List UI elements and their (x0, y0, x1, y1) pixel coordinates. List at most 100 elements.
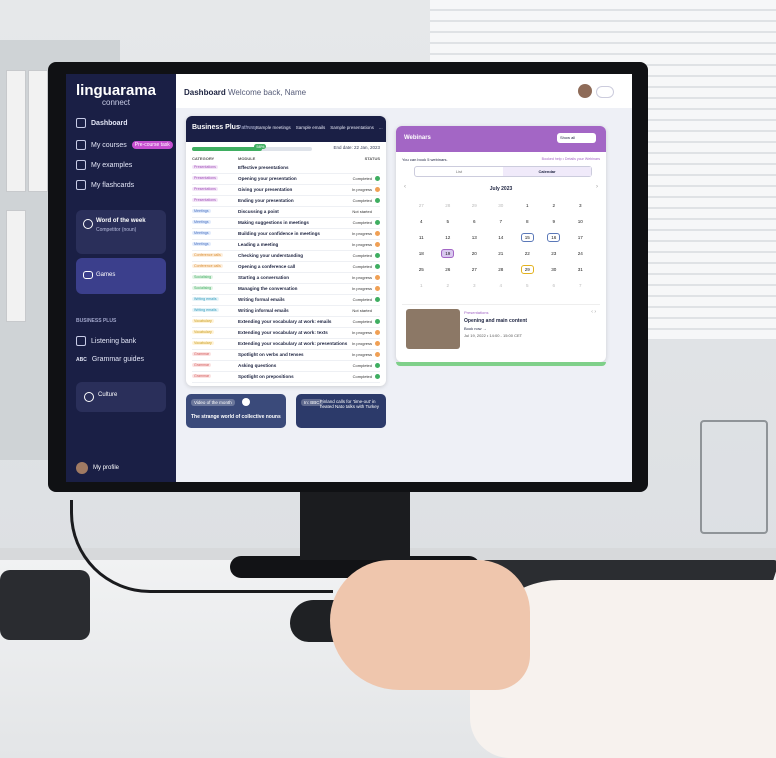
calendar-day[interactable]: 30 (488, 198, 515, 214)
table-row[interactable]: Conference calls Opening a conference cal… (192, 262, 380, 273)
table-row[interactable]: Writing emails Writing formal emails Compl… (192, 295, 380, 306)
sidebar-item-my-flashcards[interactable]: My flashcards (76, 180, 134, 190)
calendar-day[interactable]: 27 (461, 262, 488, 278)
calendar-day-number: 3 (472, 283, 476, 288)
table-row[interactable]: Presentations Effective presentations (192, 163, 380, 174)
calendar-day[interactable]: 28 (488, 262, 515, 278)
calendar-day[interactable]: 18 (408, 246, 435, 262)
calendar-day[interactable]: 10 (567, 214, 594, 230)
table-row[interactable]: Socialising Managing the conversation In p… (192, 284, 380, 295)
culture-card[interactable]: Culture (76, 382, 166, 412)
tab-sample-emails[interactable]: Sample emails (296, 125, 326, 130)
calendar-day[interactable]: 19 (435, 246, 462, 262)
calendar-day[interactable]: 27 (408, 198, 435, 214)
calendar-day[interactable]: 3 (567, 198, 594, 214)
calendar-day[interactable]: 24 (567, 246, 594, 262)
calendar-day[interactable]: 16 (541, 230, 568, 246)
sidebar-item-grammar-guides[interactable]: ABC Grammar guides (76, 356, 144, 363)
calendar-day[interactable]: 5 (514, 278, 541, 294)
sidebar-item-my-examples[interactable]: My examples (76, 160, 132, 170)
calendar-day[interactable]: 31 (567, 262, 594, 278)
calendar-day[interactable]: 2 (541, 198, 568, 214)
games-card[interactable]: Games (76, 258, 166, 294)
calendar-day[interactable]: 26 (435, 262, 462, 278)
table-row[interactable]: Socialising Starting a conversation In pro… (192, 273, 380, 284)
calendar-day[interactable]: 1 (408, 278, 435, 294)
tab-list[interactable]: List (415, 167, 503, 176)
table-row[interactable]: Grammar Asking questions Completed (192, 361, 380, 372)
language-selector[interactable] (596, 86, 614, 98)
event-tag: Presentations (464, 310, 489, 315)
calendar-day[interactable]: 29 (461, 198, 488, 214)
table-row[interactable]: Presentations Giving your presentation In … (192, 185, 380, 196)
table-row[interactable]: Grammar Spotlight on prepositions Complete… (192, 372, 380, 383)
pre-course-badge[interactable]: Pre-course task (131, 141, 173, 149)
calendar-day[interactable]: 6 (541, 278, 568, 294)
table-row[interactable]: Meetings Discussing a point Not started (192, 207, 380, 218)
table-row[interactable]: Meetings Building your confidence in meet… (192, 229, 380, 240)
table-row[interactable]: Presentations Opening your presentation Co… (192, 174, 380, 185)
calendar-day[interactable]: 20 (461, 246, 488, 262)
tab-calendar[interactable]: Calendar (503, 167, 591, 176)
row-status: In progress (351, 330, 372, 335)
calendar-day[interactable]: 9 (541, 214, 568, 230)
calendar-day-number: 28 (445, 203, 451, 208)
news-card[interactable]: In: BBC Finland calls for 'time-out' in … (296, 394, 386, 428)
tab-sample-meetings[interactable]: Sample meetings (256, 125, 291, 130)
calendar-day[interactable]: 11 (408, 230, 435, 246)
table-row[interactable]: Presentations Ending your presentation Com… (192, 196, 380, 207)
sidebar-item-dashboard[interactable]: Dashboard (76, 118, 128, 128)
calendar-day[interactable]: 14 (488, 230, 515, 246)
calendar-day[interactable]: 7 (488, 214, 515, 230)
tab-sample-presentations[interactable]: Sample presentations (330, 125, 374, 130)
video-of-month-card[interactable]: Video of the month The strange world of … (186, 394, 286, 428)
table-row[interactable]: Meetings Making suggestions in meetings Co… (192, 218, 380, 229)
tab-more[interactable]: ... (379, 125, 383, 130)
table-row[interactable]: Vocabulary Extending your vocabulary at w… (192, 339, 380, 350)
event-nav-arrows[interactable]: ‹ › (591, 309, 596, 315)
calendar-day-number: 31 (577, 267, 583, 272)
book-now-link[interactable]: Book now → (464, 326, 487, 331)
calendar-day[interactable]: 17 (567, 230, 594, 246)
calendar-day[interactable]: 4 (488, 278, 515, 294)
sidebar-item-listening-bank[interactable]: Listening bank (76, 336, 136, 346)
calendar-day-number: 5 (446, 219, 450, 224)
calendar-day[interactable]: 28 (435, 198, 462, 214)
word-of-week-card[interactable]: Word of the week Competitor (noun) (76, 210, 166, 254)
row-module: Extending your vocabulary at work: prese… (238, 341, 348, 346)
header-avatar[interactable] (578, 84, 592, 98)
calendar-day[interactable]: 2 (435, 278, 462, 294)
sidebar-item-my-courses[interactable]: My courses Pre-course task (76, 140, 173, 150)
table-row[interactable]: Conference calls Checking your understand… (192, 251, 380, 262)
calendar-day[interactable]: 13 (461, 230, 488, 246)
calendar-day[interactable]: 1 (514, 198, 541, 214)
calendar-day[interactable]: 23 (541, 246, 568, 262)
calendar-day[interactable]: 15 (514, 230, 541, 246)
calendar-day[interactable]: 8 (514, 214, 541, 230)
webinars-links[interactable]: Booked help • Details your Webinars (542, 157, 600, 161)
calendar-day[interactable]: 30 (541, 262, 568, 278)
table-row[interactable]: Writing emails Writing informal emails Not… (192, 306, 380, 317)
table-row[interactable]: Meetings Leading a meeting In progress (192, 240, 380, 251)
show-all-select[interactable]: Show all (557, 133, 596, 143)
calendar-day[interactable]: 5 (435, 214, 462, 230)
table-row[interactable]: Grammar Spotlight on verbs and tenses In p… (192, 350, 380, 361)
calendar-day[interactable]: 21 (488, 246, 515, 262)
calendar-day[interactable]: 22 (514, 246, 541, 262)
calendar-day[interactable]: 25 (408, 262, 435, 278)
status-dot-icon (375, 231, 380, 236)
row-category: Vocabulary (192, 330, 214, 334)
calendar-day[interactable]: 7 (567, 278, 594, 294)
video-title: The strange world of collective nouns (191, 414, 281, 420)
row-category: Conference calls (192, 253, 223, 257)
calendar-day[interactable]: 3 (461, 278, 488, 294)
calendar-day[interactable]: 6 (461, 214, 488, 230)
table-row[interactable]: Vocabulary Extending your vocabulary at w… (192, 328, 380, 339)
my-profile[interactable]: My profile (76, 462, 119, 474)
webinar-event-card[interactable]: Presentations Opening and main content B… (402, 304, 600, 355)
calendar-day[interactable]: 4 (408, 214, 435, 230)
calendar-day[interactable]: 29 (514, 262, 541, 278)
chevron-right-icon[interactable]: › (596, 184, 598, 190)
table-row[interactable]: Vocabulary Extending your vocabulary at w… (192, 317, 380, 328)
calendar-day[interactable]: 12 (435, 230, 462, 246)
